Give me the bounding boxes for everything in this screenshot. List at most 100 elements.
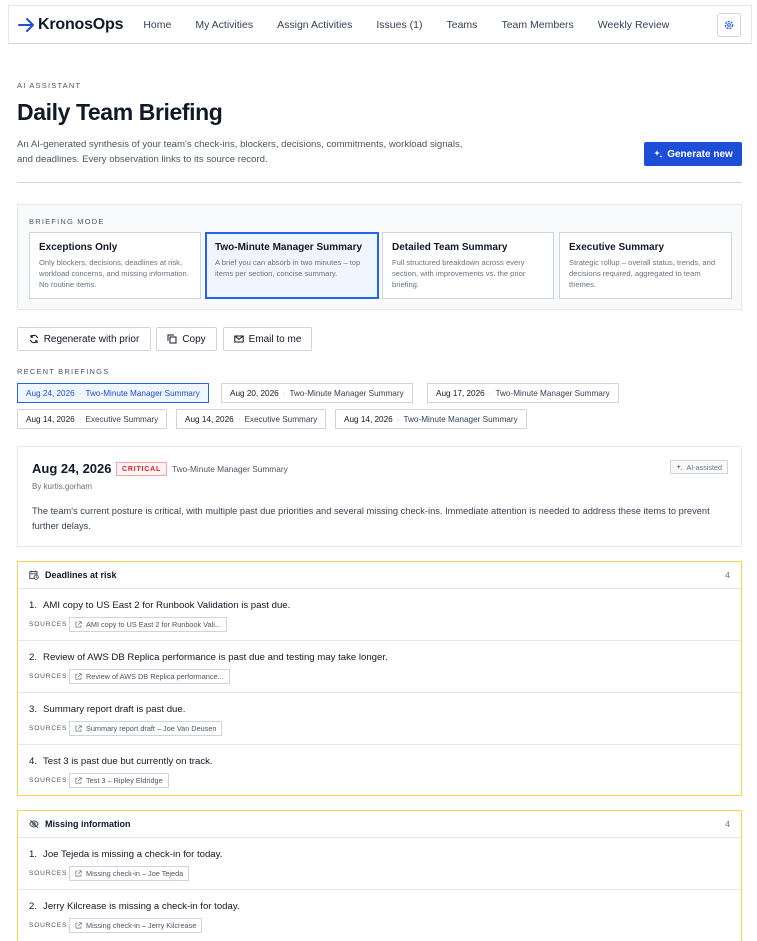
item-text: 1. AMI copy to US East 2 for Runbook Vali…	[29, 600, 291, 611]
email-to-me-button[interactable]: Email to me	[223, 327, 312, 351]
nav-link-team-members[interactable]: Team Members	[501, 19, 573, 31]
sources-label: SOURCES	[29, 725, 68, 732]
recent-briefing-chip[interactable]: Aug 14, 2026 · Two-Minute Manager Summary	[335, 409, 527, 429]
chip-mode: Two-Minute Manager Summary	[403, 414, 518, 424]
mail-icon	[233, 335, 244, 343]
chip-date: Aug 14, 2026	[26, 414, 75, 424]
chip-mode: Two-Minute Manager Summary	[495, 388, 610, 398]
app-name: KronosOps	[38, 15, 124, 33]
section-header: Missing information 4	[18, 811, 741, 838]
sources-label: SOURCES	[29, 621, 68, 628]
app-logo[interactable]: KronosOps	[18, 15, 124, 34]
sources-label: SOURCES	[29, 673, 68, 680]
copy-icon	[167, 334, 177, 344]
mode-title: Executive Summary	[569, 242, 665, 253]
recent-briefing-chip[interactable]: Aug 17, 2026 · Two-Minute Manager Summary	[427, 383, 619, 403]
sparkle-icon	[676, 463, 683, 470]
item-text: 4. Test 3 is past due but currently on tr…	[29, 756, 213, 767]
external-link-icon	[75, 922, 82, 929]
mode-title: Two-Minute Manager Summary	[215, 242, 363, 253]
nav-link-weekly-review[interactable]: Weekly Review	[598, 19, 670, 31]
nav-link-home[interactable]: Home	[143, 19, 171, 31]
section-count: 4	[725, 819, 730, 829]
recent-briefing-chip[interactable]: Aug 14, 2026 · Executive Summary	[176, 409, 327, 429]
list-item: 3. Summary report draft is past due. SOUR…	[18, 693, 741, 745]
chip-date: Aug 17, 2026	[436, 388, 485, 398]
mode-card-exceptions-only[interactable]: Exceptions Only Only blockers, decisions…	[29, 232, 201, 299]
mode-card-detailed-summary[interactable]: Detailed Team Summary Full structured br…	[382, 232, 554, 299]
nav-link-my-activities[interactable]: My Activities	[195, 19, 253, 31]
list-item: 2. Review of AWS DB Replica performance i…	[18, 641, 741, 693]
gear-icon	[724, 20, 734, 30]
sources-label: SOURCES	[29, 922, 68, 929]
nav-link-teams[interactable]: Teams	[447, 19, 478, 31]
external-link-icon	[75, 725, 82, 732]
header-divider	[17, 182, 742, 183]
email-label: Email to me	[248, 333, 302, 345]
page-description: An AI-generated synthesis of your team's…	[17, 139, 463, 165]
list-item: 2. Jerry Kilcrease is missing a check-in …	[18, 890, 741, 941]
mode-card-executive-summary[interactable]: Executive Summary Strategic rollup – ove…	[559, 232, 732, 299]
eye-off-icon	[29, 819, 39, 829]
generate-new-label: Generate new	[667, 148, 733, 160]
settings-button[interactable]	[717, 13, 741, 37]
nav-link-assign-activities[interactable]: Assign Activities	[277, 19, 352, 31]
sparkle-icon	[654, 150, 663, 158]
section-deadlines-at-risk: Deadlines at risk 4 1. AMI copy to US Eas…	[17, 561, 742, 796]
source-link[interactable]: Review of AWS DB Replica performance...	[69, 669, 230, 684]
copy-button[interactable]: Copy	[156, 327, 217, 351]
chip-date: Aug 14, 2026	[185, 414, 234, 424]
section-count: 4	[725, 570, 730, 580]
recent-briefing-chip[interactable]: Aug 14, 2026 · Executive Summary	[17, 409, 168, 429]
briefing-summary-card: Aug 24, 2026 CRITICAL Two-Minute Manager…	[17, 446, 742, 547]
item-text: 1. Joe Tejeda is missing a check-in for t…	[29, 849, 223, 860]
logo-arrow-icon	[18, 17, 34, 32]
top-navigation: KronosOps Home My Activities Assign Acti…	[8, 5, 752, 44]
external-link-icon	[75, 777, 82, 784]
refresh-icon	[29, 334, 38, 344]
ai-assisted-badge: AI-assisted	[670, 460, 728, 474]
mode-card-two-minute-summary[interactable]: Two-Minute Manager Summary A brief you c…	[205, 232, 379, 299]
status-badge: CRITICAL	[116, 462, 168, 476]
item-text: 3. Summary report draft is past due.	[29, 704, 186, 715]
briefing-author: By kurtis.gorham	[32, 482, 93, 491]
nav-link-issues[interactable]: Issues (1)	[376, 19, 422, 31]
regenerate-label: Regenerate with prior	[43, 333, 140, 345]
sources-label: SOURCES	[29, 777, 68, 784]
briefing-mode-label: BRIEFING MODE	[29, 217, 105, 226]
chip-date: Aug 20, 2026	[230, 388, 279, 398]
ai-badge-label: AI-assisted	[686, 462, 722, 472]
source-link[interactable]: Missing check-in – Jerry Kilcrease	[69, 918, 203, 933]
copy-label: Copy	[182, 333, 206, 345]
item-text: 2. Review of AWS DB Replica performance i…	[29, 652, 388, 663]
chip-mode: Two-Minute Manager Summary	[85, 388, 200, 398]
source-link[interactable]: Missing check-in – Joe Tejeda	[69, 866, 190, 881]
mode-title: Exceptions Only	[39, 242, 118, 253]
list-item: 4. Test 3 is past due but currently on tr…	[18, 745, 741, 797]
source-link[interactable]: Summary report draft – Joe Van Deusen	[69, 721, 223, 736]
briefing-mode-panel: BRIEFING MODE Exceptions Only Only block…	[17, 204, 742, 310]
chip-mode: Executive Summary	[244, 414, 318, 424]
briefing-mode-name: Two-Minute Manager Summary	[172, 464, 288, 474]
external-link-icon	[75, 870, 82, 877]
regenerate-with-prior-button[interactable]: Regenerate with prior	[17, 327, 151, 351]
mode-description: A brief you can absorb in two minutes – …	[215, 258, 361, 278]
chip-mode: Executive Summary	[85, 414, 159, 424]
list-item: 1. Joe Tejeda is missing a check-in for t…	[18, 838, 741, 890]
recent-briefing-chip[interactable]: Aug 24, 2026 · Two-Minute Manager Summary	[17, 383, 209, 403]
chip-date: Aug 24, 2026	[26, 388, 75, 398]
mode-description: Full structured breakdown across every s…	[392, 258, 526, 289]
external-link-icon	[75, 673, 82, 680]
section-title: Deadlines at risk	[45, 570, 117, 580]
external-link-icon	[75, 621, 82, 628]
briefing-date: Aug 24, 2026	[32, 461, 112, 476]
section-missing-information: Missing information 4 1. Joe Tejeda is mi…	[17, 810, 742, 941]
list-item: 1. AMI copy to US East 2 for Runbook Vali…	[18, 589, 741, 641]
mode-description: Only blockers, decisions, deadlines at r…	[39, 258, 189, 289]
source-link[interactable]: AMI copy to US East 2 for Runbook Vali..…	[69, 617, 227, 632]
recent-briefing-chip[interactable]: Aug 20, 2026 · Two-Minute Manager Summary	[221, 383, 413, 403]
source-link[interactable]: Test 3 – Ripley Eldridge	[69, 773, 169, 788]
page-eyebrow: AI ASSISTANT	[17, 81, 82, 90]
generate-new-button[interactable]: Generate new	[644, 142, 742, 166]
sources-label: SOURCES	[29, 870, 68, 877]
